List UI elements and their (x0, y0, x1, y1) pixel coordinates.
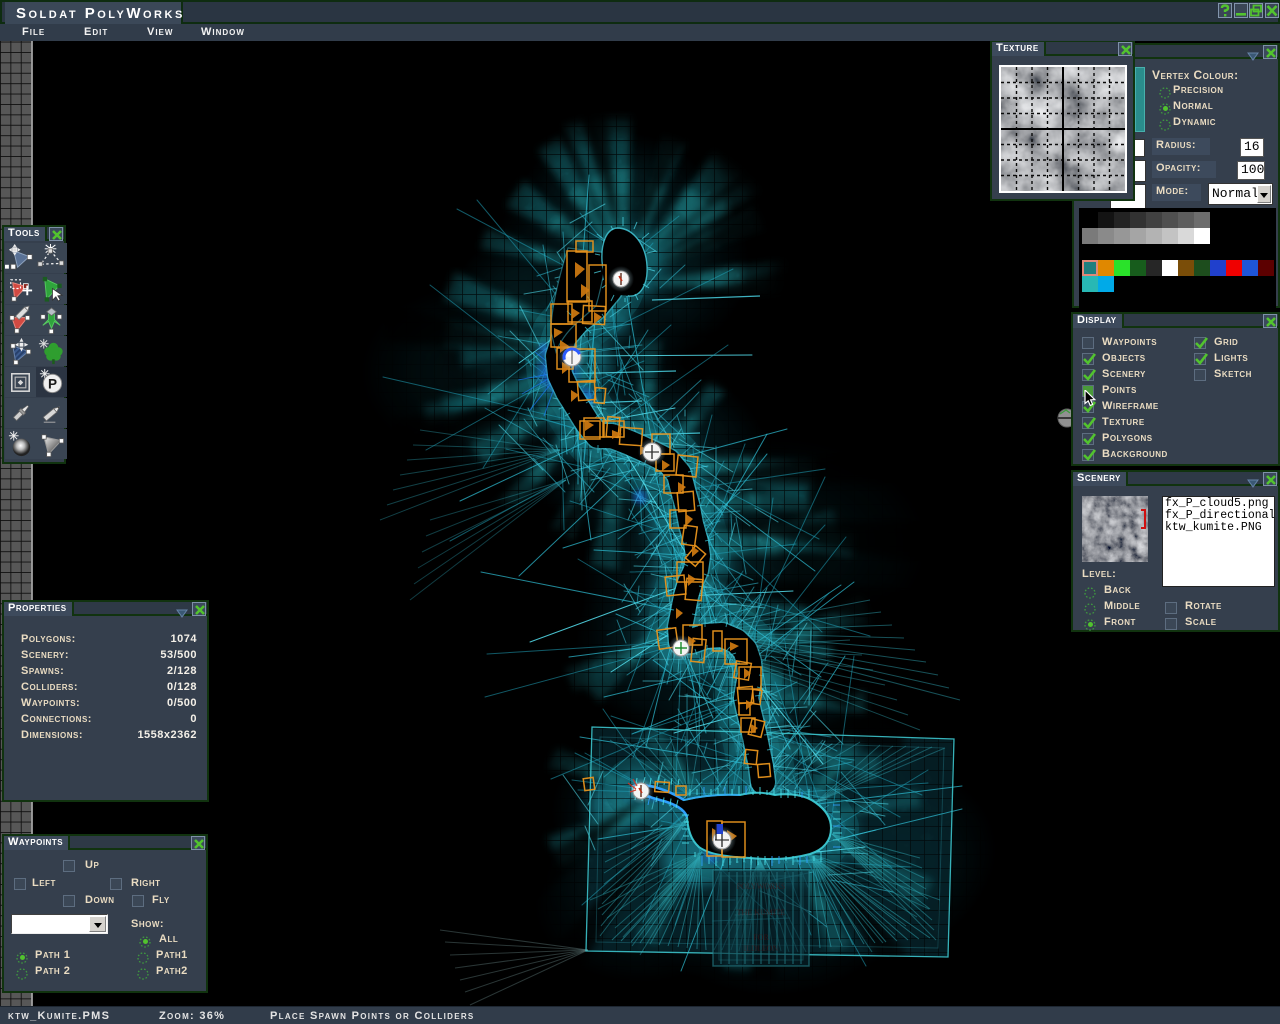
svg-text:THE KUMITE: THE KUMITE (737, 908, 786, 917)
svg-text:P: P (48, 376, 57, 391)
svg-text:POLYWORKS: POLYWORKS (737, 882, 786, 891)
svg-text:FOR: FOR (753, 933, 769, 942)
svg-text:ILDLEON: ILDLEON (744, 944, 779, 953)
